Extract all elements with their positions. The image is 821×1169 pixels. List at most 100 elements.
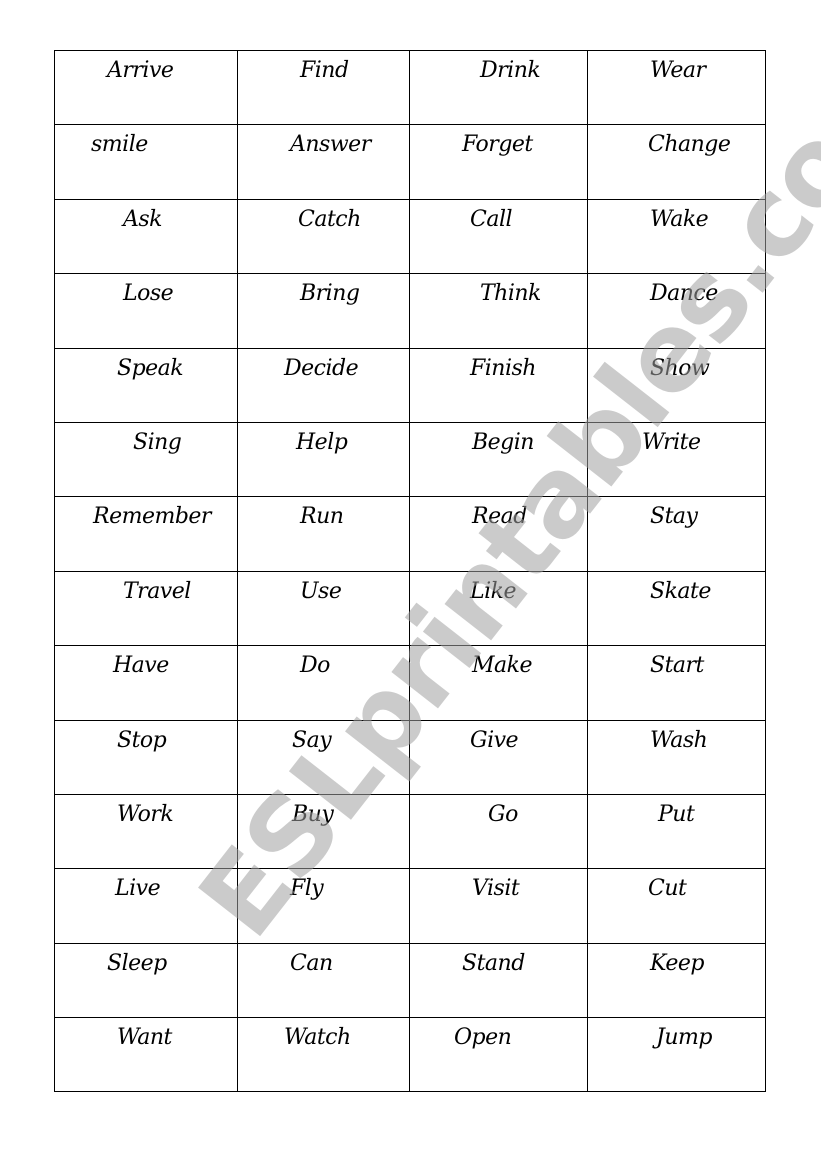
table-row: Want Watch Open Jump	[54, 1017, 766, 1093]
table-row: Live Fly Visit Cut	[54, 868, 766, 944]
verb-word: Skate	[650, 578, 711, 604]
word-cell: Sleep	[54, 942, 238, 1019]
verb-word: Have	[113, 653, 169, 679]
word-cell: Go	[409, 793, 588, 870]
word-cell: Decide	[237, 347, 410, 423]
verb-card-table: Arrive Find Drink Wear smile Answer Forget Chan…	[54, 49, 766, 1093]
word-cell: Watch	[237, 1017, 410, 1093]
word-cell: Call	[409, 198, 588, 275]
verb-word: Wash	[650, 727, 708, 753]
verb-word: Forget	[462, 132, 533, 158]
word-cell: Forget	[409, 124, 588, 200]
word-cell: Give	[409, 719, 588, 795]
verb-word: Put	[658, 801, 695, 827]
verb-word: Speak	[117, 355, 184, 381]
verb-word: Keep	[650, 950, 704, 976]
verb-word: Wake	[650, 206, 709, 232]
table-row: Speak Decide Finish Show	[54, 347, 766, 423]
word-cell: Do	[237, 645, 410, 721]
word-cell: Wash	[587, 719, 766, 795]
verb-word: Live	[115, 876, 161, 902]
verb-word: Can	[290, 950, 333, 976]
verb-word: Drink	[480, 58, 541, 83]
word-cell: smile	[54, 124, 238, 200]
word-cell: Lose	[54, 273, 238, 349]
verb-word: Think	[480, 281, 541, 307]
word-cell: Think	[409, 273, 588, 349]
word-cell: Make	[409, 645, 588, 721]
verb-word: Arrive	[107, 58, 174, 83]
word-cell: Drink	[409, 49, 588, 126]
word-cell: Find	[237, 49, 410, 126]
verb-word: Ask	[123, 206, 163, 232]
word-cell: Begin	[409, 421, 588, 498]
verb-word: smile	[91, 132, 148, 158]
word-cell: Want	[54, 1017, 238, 1093]
verb-word: Cut	[648, 876, 687, 902]
verb-word: Fly	[290, 876, 324, 902]
word-cell: Finish	[409, 347, 588, 423]
word-cell: Jump	[587, 1017, 766, 1093]
table-row: Work Buy Go Put	[54, 793, 766, 870]
verb-word: Wear	[650, 58, 706, 83]
word-cell: Ask	[54, 198, 238, 275]
verb-word: Buy	[292, 801, 334, 827]
verb-word: Use	[300, 578, 342, 604]
table-row: Sing Help Begin Write	[54, 421, 766, 498]
word-cell: Buy	[237, 793, 410, 870]
verb-word: Sleep	[107, 950, 167, 976]
verb-word: Bring	[300, 281, 360, 307]
word-cell: Stand	[409, 942, 588, 1019]
verb-word: Give	[470, 727, 519, 753]
verb-word: Decide	[284, 355, 359, 381]
word-cell: Travel	[54, 570, 238, 647]
verb-word: Help	[296, 429, 348, 455]
word-cell: Visit	[409, 868, 588, 944]
verb-word: Want	[117, 1025, 172, 1051]
verb-word: Begin	[472, 429, 534, 455]
verb-word: Run	[300, 504, 344, 530]
word-cell: Bring	[237, 273, 410, 349]
word-cell: Run	[237, 496, 410, 572]
word-cell: Sing	[54, 421, 238, 498]
table-row: Have Do Make Start	[54, 645, 766, 721]
verb-word: Visit	[472, 876, 520, 902]
verb-word: Write	[642, 429, 701, 455]
worksheet-page: Arrive Find Drink Wear smile Answer Forget Chan…	[0, 0, 821, 1169]
word-cell: Like	[409, 570, 588, 647]
verb-word: Jump	[656, 1025, 712, 1051]
word-cell: Write	[587, 421, 766, 498]
verb-word: Travel	[123, 578, 191, 604]
word-cell: Dance	[587, 273, 766, 349]
word-cell: Stay	[587, 496, 766, 572]
word-cell: Live	[54, 868, 238, 944]
table-row: Stop Say Give Wash	[54, 719, 766, 795]
table-row: Ask Catch Call Wake	[54, 198, 766, 275]
verb-word: Find	[300, 58, 349, 83]
verb-word: Finish	[470, 355, 536, 381]
verb-word: Say	[292, 727, 332, 753]
verb-word: Change	[648, 132, 731, 158]
word-cell: Can	[237, 942, 410, 1019]
word-cell: Help	[237, 421, 410, 498]
verb-word: Remember	[93, 504, 211, 530]
word-cell: Cut	[587, 868, 766, 944]
verb-word: Sing	[133, 429, 182, 455]
verb-word: Catch	[298, 206, 361, 232]
verb-word: Read	[472, 504, 527, 530]
word-cell: Show	[587, 347, 766, 423]
verb-word: Dance	[650, 281, 718, 307]
word-cell: Use	[237, 570, 410, 647]
table-row: Remember Run Read Stay	[54, 496, 766, 572]
word-cell: Wear	[587, 49, 766, 126]
verb-word: Work	[117, 801, 174, 827]
word-cell: Work	[54, 793, 238, 870]
verb-word: Open	[454, 1025, 512, 1051]
table-row: smile Answer Forget Change	[54, 124, 766, 200]
word-cell: Start	[587, 645, 766, 721]
table-row: Sleep Can Stand Keep	[54, 942, 766, 1019]
word-cell: Stop	[54, 719, 238, 795]
verb-word: Stop	[117, 727, 167, 753]
word-cell: Change	[587, 124, 766, 200]
word-cell: Catch	[237, 198, 410, 275]
